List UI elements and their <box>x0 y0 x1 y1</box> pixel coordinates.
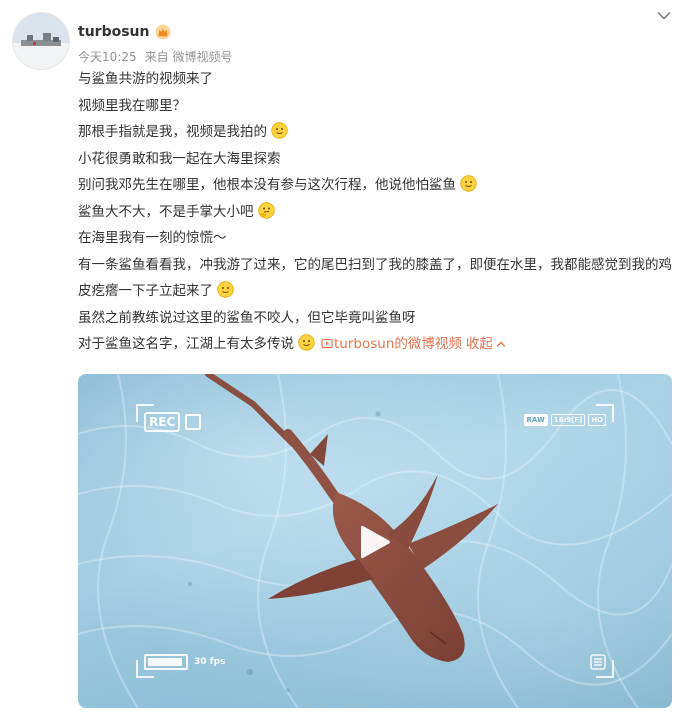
video-link-text[interactable]: turbosun的微博视频 <box>334 336 462 352</box>
rec-square-icon <box>185 414 202 430</box>
post-line-text: 别问我邓先生在哪里，他根本没有参与这次行程，他说他怕鲨鱼 <box>78 177 456 193</box>
post-source: 来自 微博视频号 <box>145 48 233 65</box>
battery-indicator: 30 fps <box>144 654 225 670</box>
post-time[interactable]: 今天10:25 <box>78 48 137 65</box>
post-line-text: 对于鲨鱼这名字，江湖上有太多传说 <box>78 336 294 352</box>
smile-emoji-icon <box>271 122 288 139</box>
post-line: 视频里我在哪里？ <box>78 97 186 114</box>
post-text: 与鲨鱼共游的视频来了 视频里我在哪里？ 那根手指就是我，视频是我拍的 小花很勇敢… <box>78 66 674 359</box>
battery-icon <box>144 654 188 670</box>
post-line: 鲨鱼大不大，不是手掌大小吧 <box>78 199 674 226</box>
collapse-link[interactable]: 收起 <box>466 336 506 352</box>
raw-badge: RAW <box>523 414 548 426</box>
format-badges: RAW 16:9[F] HD <box>523 414 606 426</box>
smile-emoji-icon <box>298 334 315 351</box>
battery-fill <box>148 658 182 666</box>
source-prefix: 来自 <box>144 50 169 64</box>
video-link-icon <box>321 332 333 359</box>
collapse-text[interactable]: 收起 <box>466 336 493 352</box>
chevron-up-icon <box>496 341 506 347</box>
hd-badge: HD <box>588 414 606 426</box>
post-line: 别问我邓先生在哪里，他根本没有参与这次行程，他说他怕鲨鱼 <box>78 172 674 199</box>
weibo-post: turbosun 今天10:25 来自 微博视频号 与鲨鱼共游的视频来了 视频里… <box>0 0 684 716</box>
post-line-text: 那根手指就是我，视频是我拍的 <box>78 124 267 140</box>
rec-label: REC <box>144 412 181 432</box>
video-player[interactable]: REC RAW 16:9[F] HD 30 fps <box>78 374 672 708</box>
rec-indicator: REC <box>144 412 202 432</box>
post-meta: 今天10:25 来自 微博视频号 <box>78 48 232 65</box>
post-line: 虽然之前教练说过这里的鲨鱼不咬人，但它毕竟叫鲨鱼呀 <box>78 309 416 326</box>
post-line: 对于鲨鱼这名字，江湖上有太多传说 turbosun的微博视频 收起 <box>78 331 674 359</box>
post-line: 那根手指就是我，视频是我拍的 <box>78 119 674 146</box>
avatar[interactable] <box>12 12 70 70</box>
post-line: 与鲨鱼共游的视频来了 <box>78 71 213 87</box>
crown-badge-icon[interactable] <box>155 24 171 40</box>
video-link[interactable]: turbosun的微博视频 <box>321 336 462 352</box>
author-name-text[interactable]: turbosun <box>78 24 149 40</box>
post-line: 有一条鲨鱼看看我，冲我游了过来，它的尾巴扫到了我的膝盖了，即便在水里，我都能感觉… <box>78 252 674 305</box>
smile-emoji-icon <box>217 281 234 298</box>
post-line-text: 鲨鱼大不大，不是手掌大小吧 <box>78 203 254 220</box>
chevron-down-icon[interactable] <box>654 6 674 26</box>
list-icon <box>590 654 606 674</box>
ratio-badge: 16:9[F] <box>550 414 586 426</box>
thinking-emoji-icon <box>257 201 275 219</box>
source-name[interactable]: 微博视频号 <box>172 50 232 64</box>
post-line: 小花很勇敢和我一起在大海里探索 <box>78 150 281 167</box>
post-line-text: 有一条鲨鱼看看我，冲我游了过来，它的尾巴扫到了我的膝盖了，即便在水里，我都能感觉… <box>78 256 672 300</box>
post-line: 在海里我有一刻的惊慌～ <box>78 230 227 246</box>
author-name[interactable]: turbosun <box>78 24 171 40</box>
smile-emoji-icon <box>460 175 477 192</box>
play-icon[interactable] <box>355 522 395 562</box>
fps-label: 30 fps <box>194 657 226 667</box>
